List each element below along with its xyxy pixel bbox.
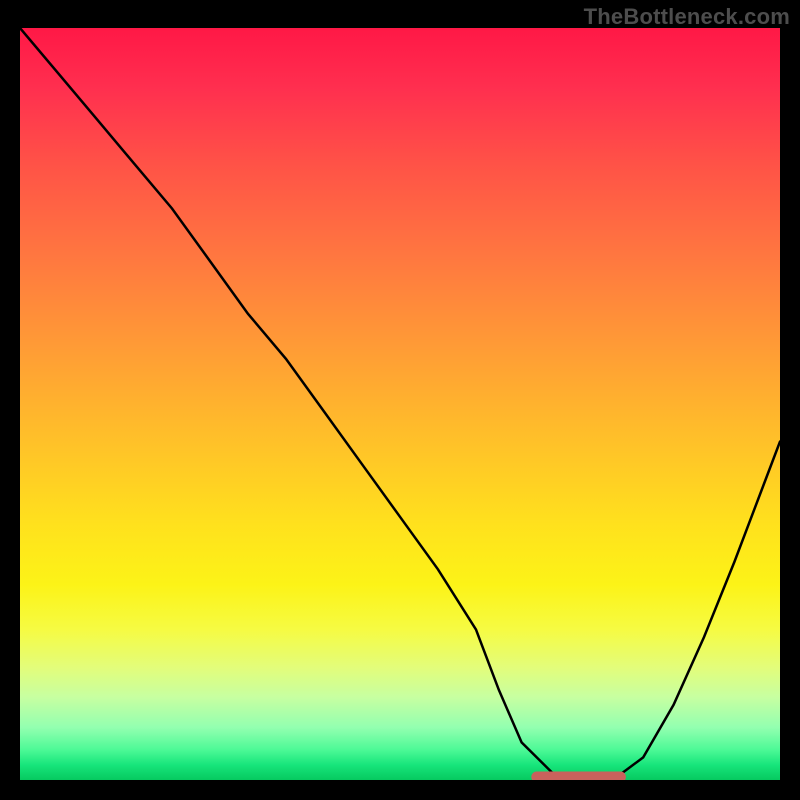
- plot-area: [20, 28, 780, 780]
- plot-svg: [20, 28, 780, 780]
- watermark-text: TheBottleneck.com: [584, 4, 790, 30]
- bottleneck-curve: [20, 28, 780, 780]
- chart-frame: TheBottleneck.com: [0, 0, 800, 800]
